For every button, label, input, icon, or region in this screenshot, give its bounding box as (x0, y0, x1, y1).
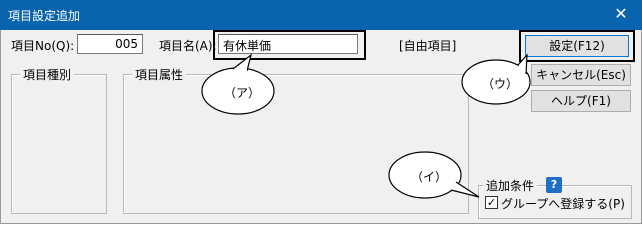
callout-i-text: （イ） (411, 170, 448, 184)
callout-layer (201, 53, 531, 199)
callout-u-text: （ウ） (482, 77, 519, 91)
callout-a-text: （ア） (224, 86, 261, 100)
